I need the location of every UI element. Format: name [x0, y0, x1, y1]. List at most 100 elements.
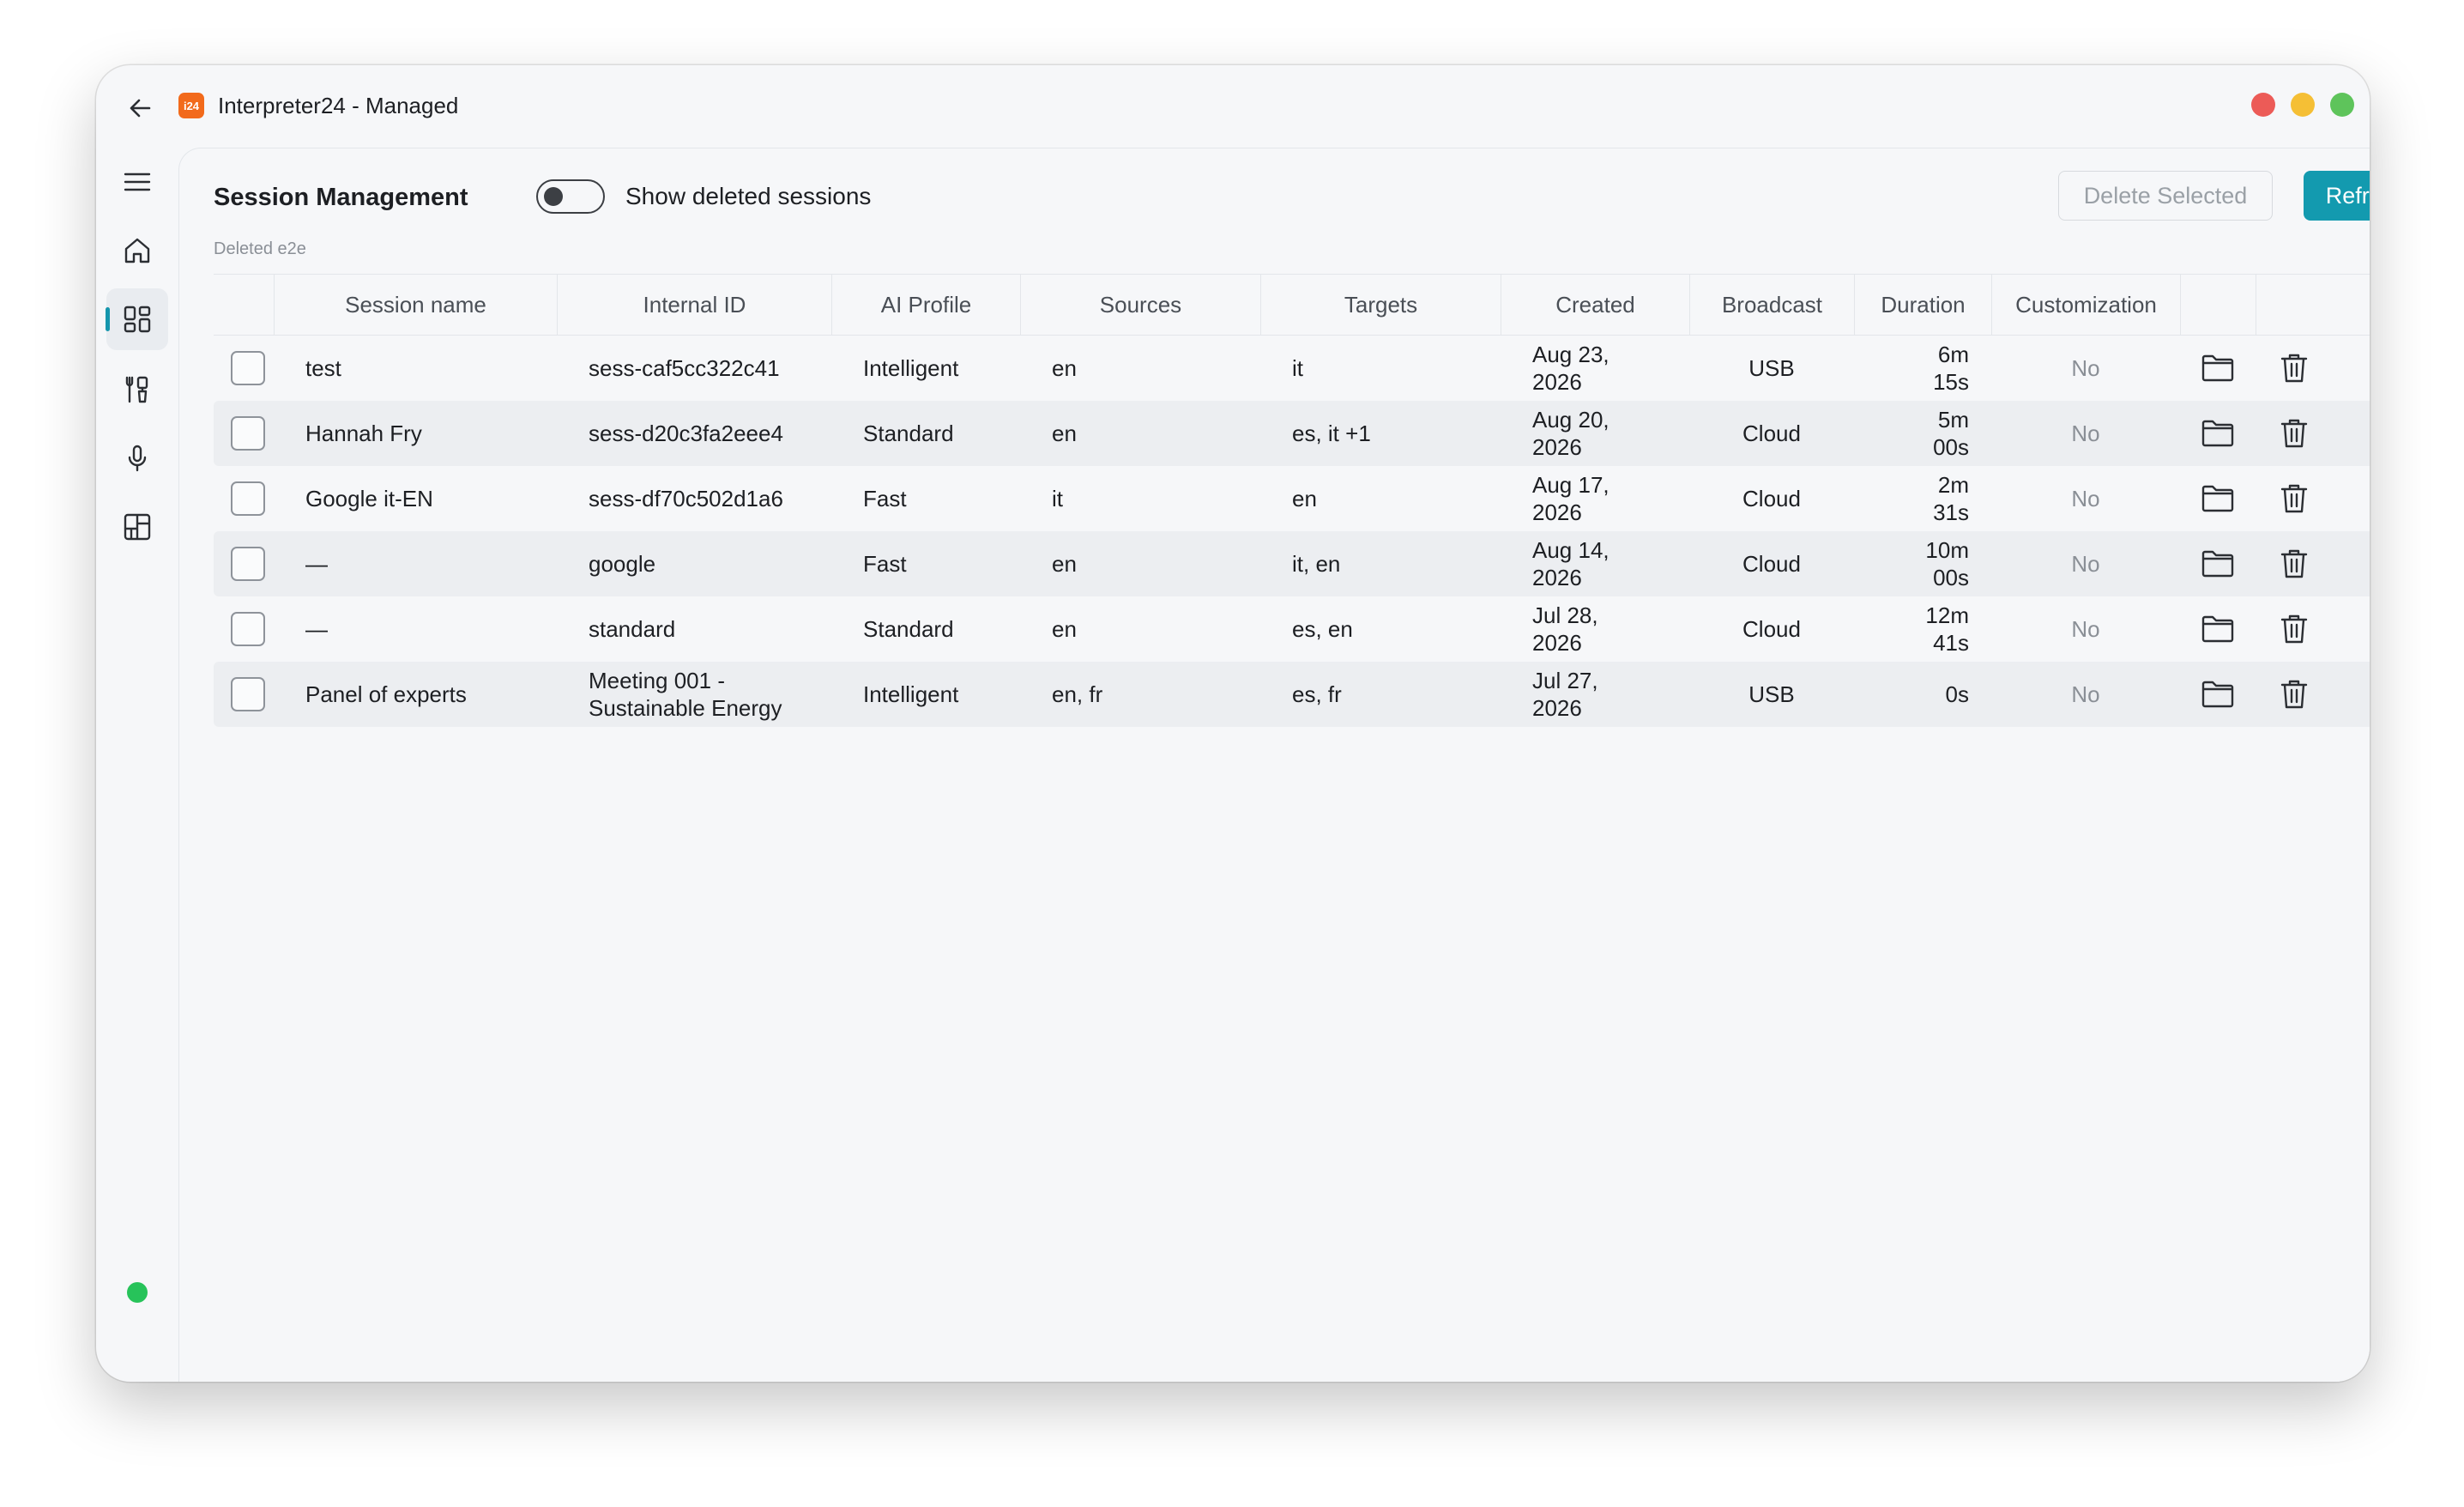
row-checkbox[interactable]	[231, 547, 265, 581]
folder-icon	[2201, 354, 2234, 382]
ai-profile: Intelligent	[863, 355, 959, 381]
open-folder-button[interactable]	[2197, 543, 2238, 584]
delete-row-button[interactable]	[2274, 413, 2315, 454]
duration-line2: 31s	[1933, 499, 1969, 525]
close-window-button[interactable]	[2251, 93, 2275, 117]
column-header-sources[interactable]: Sources	[1020, 275, 1260, 335]
duration-line1: 2m	[1937, 472, 1969, 498]
customization: No	[2071, 355, 2100, 381]
title-bar: i24 Interpreter24 - Managed	[96, 65, 2370, 148]
column-header-created[interactable]: Created	[1501, 275, 1689, 335]
open-folder-button[interactable]	[2197, 608, 2238, 650]
open-folder-button[interactable]	[2197, 348, 2238, 389]
row-checkbox[interactable]	[231, 677, 265, 711]
duration: 2m 31s	[1854, 466, 1969, 531]
duration-line2: 15s	[1933, 369, 1969, 395]
created-date: Jul 28, 2026	[1532, 596, 1687, 662]
duration-line1: 10m	[1925, 537, 1969, 563]
sidebar-menu-button[interactable]	[106, 151, 168, 213]
back-button[interactable]	[122, 89, 160, 127]
session-name: —	[305, 616, 328, 642]
table-body: test sess-caf5cc322c41 Intelligent en it…	[214, 336, 2370, 727]
targets: es, it +1	[1292, 421, 1371, 446]
sidebar	[96, 148, 178, 1382]
row-checkbox[interactable]	[231, 416, 265, 451]
refresh-button[interactable]: Refresh	[2304, 171, 2370, 221]
column-header-customization[interactable]: Customization	[1991, 275, 2180, 335]
duration: 12m 41s	[1854, 596, 1969, 662]
open-folder-button[interactable]	[2197, 478, 2238, 519]
sidebar-item-tools[interactable]	[106, 359, 168, 421]
open-folder-button[interactable]	[2197, 413, 2238, 454]
created-date: Aug 17, 2026	[1532, 466, 1687, 531]
created-date: Aug 14, 2026	[1532, 531, 1687, 596]
sidebar-item-settings[interactable]	[106, 1366, 168, 1382]
table-row[interactable]: Google it-EN sess-df70c502d1a6 Fast it e…	[214, 466, 2370, 531]
internal-id: sess-df70c502d1a6	[589, 466, 829, 531]
broadcast: Cloud	[1742, 551, 1801, 577]
customization: No	[2071, 681, 2100, 707]
delete-row-button[interactable]	[2274, 478, 2315, 519]
app-logo: i24	[178, 93, 204, 118]
table-row[interactable]: — standard Standard en es, en Jul 28, 202…	[214, 596, 2370, 662]
folder-icon	[2201, 681, 2234, 708]
sources: en, fr	[1052, 681, 1103, 707]
column-header-ai-profile[interactable]: AI Profile	[831, 275, 1020, 335]
delete-selected-button[interactable]: Delete Selected	[2058, 171, 2273, 221]
delete-cell	[2256, 466, 2333, 531]
created-date-line1: Aug 23,	[1532, 342, 1609, 367]
sidebar-item-sessions[interactable]	[106, 288, 168, 350]
app-window: i24 Interpreter24 - Managed Session Mana…	[96, 65, 2370, 1382]
table-row[interactable]: Hannah Fry sess-d20c3fa2eee4 Standard en…	[214, 401, 2370, 466]
sidebar-item-microphone[interactable]	[106, 427, 168, 489]
duration-line2: 41s	[1933, 630, 1969, 656]
microphone-icon	[128, 445, 147, 472]
delete-row-button[interactable]	[2274, 543, 2315, 584]
customization: No	[2071, 551, 2100, 577]
internal-id: sess-d20c3fa2eee4	[589, 401, 829, 466]
broadcast: USB	[1748, 681, 1795, 707]
folder-icon	[2201, 485, 2234, 512]
column-header-targets[interactable]: Targets	[1260, 275, 1501, 335]
duration: 0s	[1854, 662, 1969, 727]
row-checkbox[interactable]	[231, 612, 265, 646]
duration-line1: 6m	[1937, 342, 1969, 367]
column-header-internal-id[interactable]: Internal ID	[557, 275, 831, 335]
internal-id-line2: Sustainable Energy	[589, 695, 782, 721]
table-row[interactable]: test sess-caf5cc322c41 Intelligent en it…	[214, 336, 2370, 401]
delete-row-button[interactable]	[2274, 674, 2315, 715]
folder-cell	[2180, 531, 2256, 596]
column-header-session-name[interactable]: Session name	[274, 275, 557, 335]
table-row[interactable]: — google Fast en it, en Aug 14, 2026 Clou…	[214, 531, 2370, 596]
sidebar-item-home[interactable]	[106, 220, 168, 281]
column-header-broadcast[interactable]: Broadcast	[1689, 275, 1854, 335]
customization: No	[2071, 421, 2100, 446]
column-header-select	[214, 275, 274, 335]
table-row[interactable]: Panel of experts Meeting 001 - Sustainabl…	[214, 662, 2370, 727]
table-header: Session name Internal ID AI Profile Sour…	[214, 274, 2370, 336]
delete-row-button[interactable]	[2274, 348, 2315, 389]
broadcast: Cloud	[1742, 486, 1801, 511]
internal-id: sess-caf5cc322c41	[589, 336, 829, 401]
targets: it	[1292, 355, 1303, 381]
duration-line2: 00s	[1933, 565, 1969, 590]
show-deleted-toggle[interactable]	[536, 179, 605, 214]
sources: en	[1052, 421, 1077, 446]
folder-icon	[2201, 550, 2234, 578]
maximize-window-button[interactable]	[2330, 93, 2354, 117]
layout-icon	[124, 513, 151, 541]
row-checkbox[interactable]	[231, 351, 265, 385]
minimize-window-button[interactable]	[2291, 93, 2315, 117]
internal-id-line1: standard	[589, 616, 676, 642]
delete-row-button[interactable]	[2274, 608, 2315, 650]
customization: No	[2071, 616, 2100, 642]
sidebar-item-layout[interactable]	[106, 496, 168, 558]
sessions-table: Session name Internal ID AI Profile Sour…	[214, 274, 2370, 727]
show-deleted-label: Show deleted sessions	[625, 183, 872, 209]
folder-cell	[2180, 336, 2256, 401]
toggle-knob	[544, 187, 563, 206]
column-header-duration[interactable]: Duration	[1854, 275, 1991, 335]
broadcast: USB	[1748, 355, 1795, 381]
row-checkbox[interactable]	[231, 481, 265, 516]
open-folder-button[interactable]	[2197, 674, 2238, 715]
